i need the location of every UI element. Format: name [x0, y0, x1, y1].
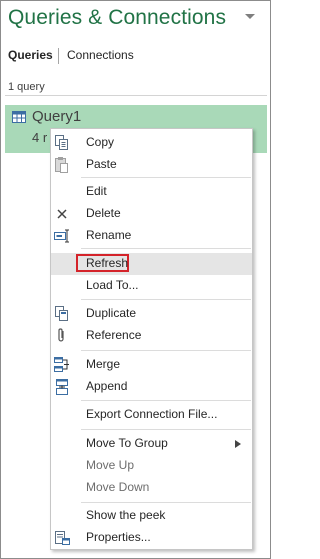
menu-item-label: Duplicate [86, 306, 137, 320]
menu-item-label: Edit [86, 184, 107, 198]
delete-x-icon [57, 209, 67, 219]
paste-icon [55, 157, 68, 173]
menu-item-label: Move Down [86, 480, 150, 494]
menu-item-move-up: Move Up [51, 455, 252, 477]
menu-item-label: Show the peek [86, 508, 166, 522]
menu-item-move-to-group[interactable]: Move To Group [51, 433, 252, 455]
menu-item-label: Export Connection File... [86, 407, 218, 421]
menu-item-label: Refresh [86, 256, 129, 270]
menu-item-reference[interactable]: Reference [51, 325, 252, 347]
menu-item-edit[interactable]: Edit [51, 181, 252, 203]
table-icon [12, 111, 26, 123]
menu-item-paste[interactable]: Paste [51, 154, 252, 176]
menu-item-label: Paste [86, 157, 117, 171]
menu-item-append[interactable]: Append [51, 376, 252, 398]
query-name[interactable]: Query1 [32, 108, 81, 125]
menu-separator [81, 429, 251, 430]
menu-item-label: Delete [86, 206, 121, 220]
menu-separator [81, 502, 251, 503]
tab-divider [58, 48, 59, 64]
menu-item-delete[interactable]: Delete [51, 203, 252, 225]
menu-item-label: Reference [86, 328, 142, 342]
pane-options-dropdown-icon[interactable] [242, 10, 258, 22]
menu-item-label: Copy [86, 135, 115, 149]
menu-item-export-connection-file[interactable]: Export Connection File... [51, 404, 252, 426]
menu-item-show-the-peek[interactable]: Show the peek [51, 505, 252, 527]
menu-item-properties[interactable]: Properties... [51, 527, 252, 549]
menu-item-label: Rename [86, 228, 132, 242]
menu-item-label: Properties... [86, 530, 151, 544]
tab-queries[interactable]: Queries [8, 48, 53, 62]
copy-icon [55, 135, 68, 150]
menu-item-copy[interactable]: Copy [51, 132, 252, 154]
query-rows-loaded: 4 r [32, 130, 48, 145]
menu-item-label: Move To Group [86, 436, 168, 450]
duplicate-icon [55, 306, 68, 321]
menu-separator [81, 350, 251, 351]
menu-item-load-to[interactable]: Load To... [51, 275, 252, 297]
properties-icon [55, 531, 70, 545]
menu-item-move-down: Move Down [51, 477, 252, 499]
menu-item-rename[interactable]: Rename [51, 225, 252, 247]
query-count: 1 query [8, 81, 45, 93]
context-menu: Copy Paste Edit Delete Rename Refresh Lo… [50, 128, 253, 550]
menu-separator [81, 299, 251, 300]
submenu-arrow-icon [235, 440, 241, 448]
append-icon [56, 379, 68, 395]
menu-separator [81, 248, 251, 249]
menu-separator [81, 400, 251, 401]
menu-separator [81, 177, 251, 178]
menu-item-label: Move Up [86, 458, 135, 472]
pane-title: Queries & Connections [8, 6, 227, 29]
menu-item-label: Load To... [86, 278, 139, 292]
rename-icon [54, 229, 69, 243]
divider [5, 95, 267, 96]
menu-item-label: Merge [86, 357, 121, 371]
tab-connections[interactable]: Connections [67, 48, 134, 62]
menu-item-refresh[interactable]: Refresh [51, 253, 252, 275]
menu-item-label: Append [86, 379, 128, 393]
reference-paperclip-icon [58, 328, 64, 342]
queries-connections-pane: Queries & Connections Queries Connection… [0, 0, 271, 559]
menu-item-duplicate[interactable]: Duplicate [51, 303, 252, 325]
menu-item-merge[interactable]: Merge [51, 354, 252, 376]
merge-icon [54, 357, 69, 372]
